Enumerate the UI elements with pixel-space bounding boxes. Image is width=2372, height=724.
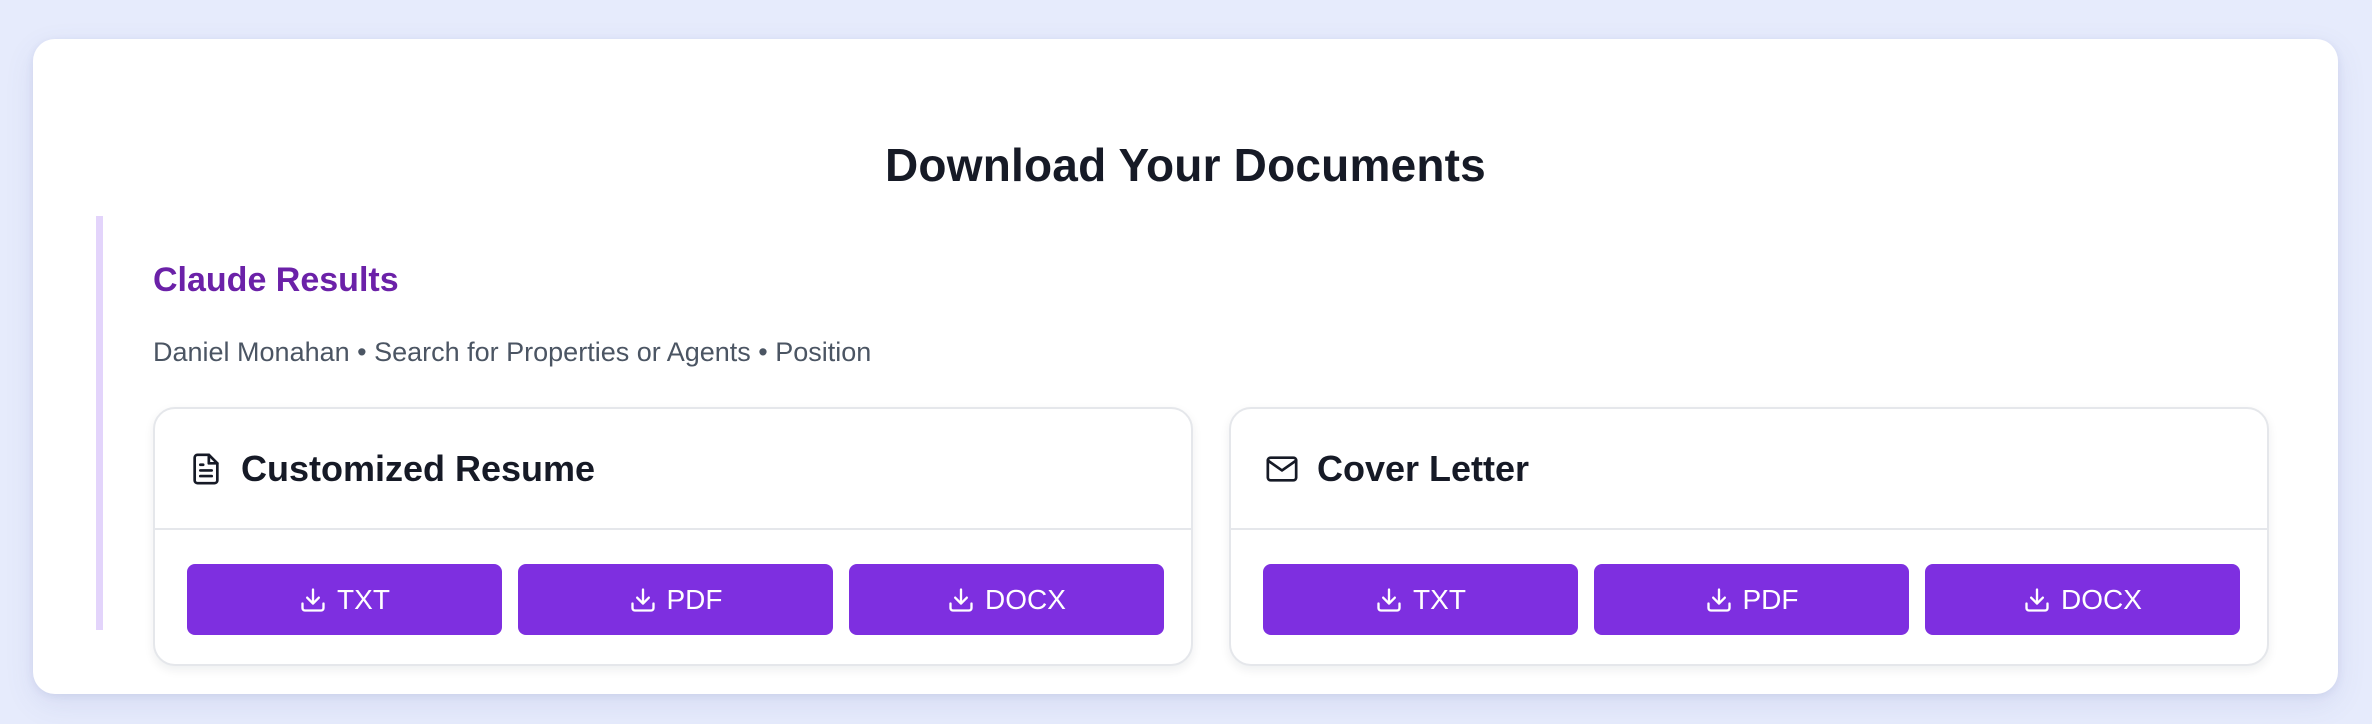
cover-letter-card-title: Cover Letter (1317, 447, 1530, 489)
resume-download-txt-button[interactable]: TXT (187, 564, 502, 635)
results-title: Claude Results (153, 261, 399, 299)
download-icon (1375, 586, 1403, 614)
cover-letter-download-docx-button[interactable]: DOCX (1925, 564, 2240, 635)
download-icon (2023, 586, 2051, 614)
download-panel: Download Your Documents Claude Results D… (33, 39, 2338, 694)
resume-card-header: Customized Resume (155, 409, 1191, 530)
cover-letter-download-buttons: TXT PDF DOCX (1263, 564, 2240, 635)
resume-download-docx-label: DOCX (985, 583, 1066, 615)
page-title: Download Your Documents (885, 138, 1486, 191)
download-icon (299, 586, 327, 614)
resume-download-buttons: TXT PDF DOCX (187, 564, 1164, 635)
results-meta: Daniel Monahan • Search for Properties o… (153, 337, 872, 367)
cover-letter-download-txt-label: TXT (1413, 583, 1466, 615)
cover-letter-card: Cover Letter TXT PDF DOCX (1229, 407, 2269, 666)
resume-download-pdf-button[interactable]: PDF (518, 564, 833, 635)
resume-download-pdf-label: PDF (666, 583, 723, 615)
resume-card: Customized Resume TXT PDF DOCX (153, 407, 1193, 666)
document-icon (187, 450, 225, 488)
results-section: Claude Results Daniel Monahan • Search f… (96, 216, 2313, 666)
download-icon (1705, 586, 1733, 614)
mail-icon (1263, 450, 1301, 488)
cover-letter-download-docx-label: DOCX (2061, 583, 2142, 615)
cover-letter-download-pdf-button[interactable]: PDF (1594, 564, 1909, 635)
download-icon (629, 586, 657, 614)
download-icon (947, 586, 975, 614)
cover-letter-download-pdf-label: PDF (1742, 583, 1799, 615)
resume-download-txt-label: TXT (337, 583, 390, 615)
resume-card-title: Customized Resume (241, 447, 596, 489)
resume-download-docx-button[interactable]: DOCX (849, 564, 1164, 635)
cover-letter-card-header: Cover Letter (1231, 409, 2267, 530)
cover-letter-download-txt-button[interactable]: TXT (1263, 564, 1578, 635)
